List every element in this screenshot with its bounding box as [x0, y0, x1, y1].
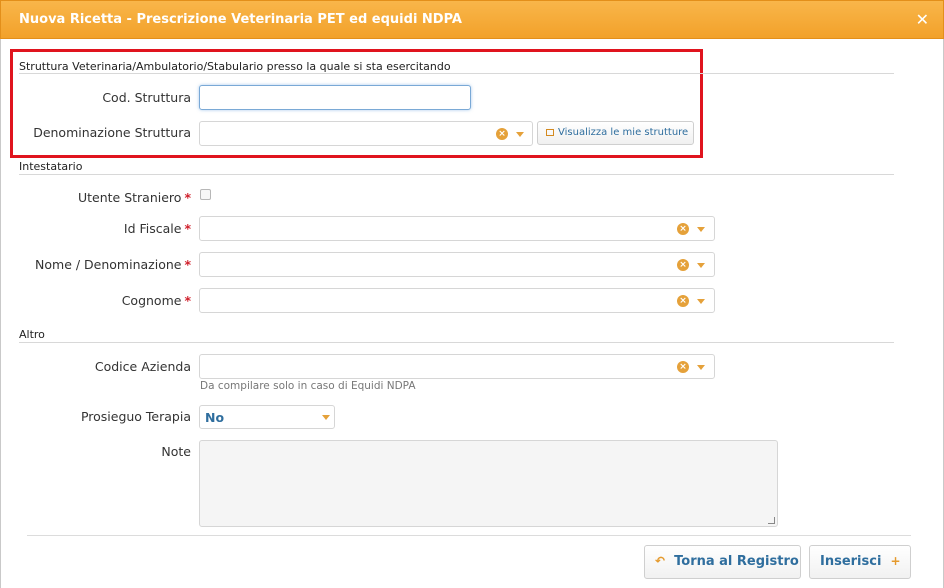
denominazione-struttura-label: Denominazione Struttura — [33, 125, 191, 140]
nome-denominazione-label: Nome / Denominazione * — [35, 257, 191, 272]
clear-icon[interactable]: × — [677, 361, 689, 373]
chevron-down-icon[interactable] — [697, 227, 705, 232]
section-altro-title: Altro — [19, 328, 45, 341]
external-window-icon — [546, 129, 554, 136]
codice-azienda-hint: Da compilare solo in caso di Equidi NDPA — [200, 380, 416, 392]
cognome-text: Cognome — [121, 293, 182, 308]
dialog-titlebar: Nuova Ricetta - Prescrizione Veterinaria… — [0, 0, 944, 39]
resize-handle-icon[interactable] — [768, 517, 775, 524]
cognome-select[interactable]: × — [199, 288, 715, 313]
clear-icon[interactable]: × — [496, 128, 508, 140]
required-mark: * — [184, 293, 191, 308]
visualizza-strutture-label: Visualizza le mie strutture — [558, 127, 689, 138]
nome-denominazione-text: Nome / Denominazione — [35, 257, 182, 272]
clear-icon[interactable]: × — [677, 295, 689, 307]
required-mark: * — [184, 221, 191, 236]
codice-azienda-label: Codice Azienda — [94, 359, 191, 374]
id-fiscale-select[interactable]: × — [199, 216, 715, 241]
chevron-down-icon[interactable] — [697, 299, 705, 304]
dialog-title: Nuova Ricetta - Prescrizione Veterinaria… — [19, 12, 462, 27]
torna-al-registro-button[interactable]: ↶ Torna al Registro — [644, 545, 801, 579]
required-mark: * — [184, 190, 191, 205]
chevron-down-icon[interactable] — [322, 415, 330, 420]
utente-straniero-label: Utente Straniero * — [78, 190, 191, 205]
chevron-down-icon[interactable] — [516, 132, 524, 137]
id-fiscale-text: Id Fiscale — [123, 221, 182, 236]
utente-straniero-text: Utente Straniero — [77, 190, 182, 205]
required-mark: * — [184, 257, 191, 272]
prosieguo-terapia-select[interactable]: No — [199, 405, 335, 429]
cod-struttura-label: Cod. Struttura — [102, 90, 191, 105]
utente-straniero-checkbox[interactable] — [200, 189, 211, 200]
denominazione-struttura-select[interactable]: × — [199, 121, 533, 146]
nome-denominazione-select[interactable]: × — [199, 252, 715, 277]
note-label: Note — [161, 444, 191, 459]
codice-azienda-select[interactable]: × — [199, 354, 715, 379]
clear-icon[interactable]: × — [677, 259, 689, 271]
torna-al-registro-label: Torna al Registro — [674, 554, 799, 569]
chevron-down-icon[interactable] — [697, 365, 705, 370]
footer-divider — [27, 535, 911, 536]
cod-struttura-input[interactable] — [199, 85, 471, 110]
undo-icon: ↶ — [655, 554, 666, 568]
prosieguo-terapia-value: No — [205, 410, 225, 425]
divider — [19, 73, 894, 74]
plus-icon: + — [890, 554, 901, 568]
inserisci-button[interactable]: Inserisci + — [809, 545, 911, 579]
close-icon[interactable]: ✕ — [916, 10, 929, 29]
section-struttura-title: Struttura Veterinaria/Ambulatorio/Stabul… — [19, 60, 451, 73]
inserisci-label: Inserisci — [820, 554, 882, 569]
divider — [19, 174, 894, 175]
chevron-down-icon[interactable] — [697, 263, 705, 268]
cognome-label: Cognome * — [122, 293, 191, 308]
prosieguo-terapia-label: Prosieguo Terapia — [80, 409, 191, 424]
divider — [19, 342, 894, 343]
section-intestatario-title: Intestatario — [19, 160, 83, 173]
note-textarea[interactable] — [199, 440, 778, 527]
id-fiscale-label: Id Fiscale * — [124, 221, 191, 236]
visualizza-strutture-button[interactable]: Visualizza le mie strutture — [537, 121, 694, 145]
clear-icon[interactable]: × — [677, 223, 689, 235]
